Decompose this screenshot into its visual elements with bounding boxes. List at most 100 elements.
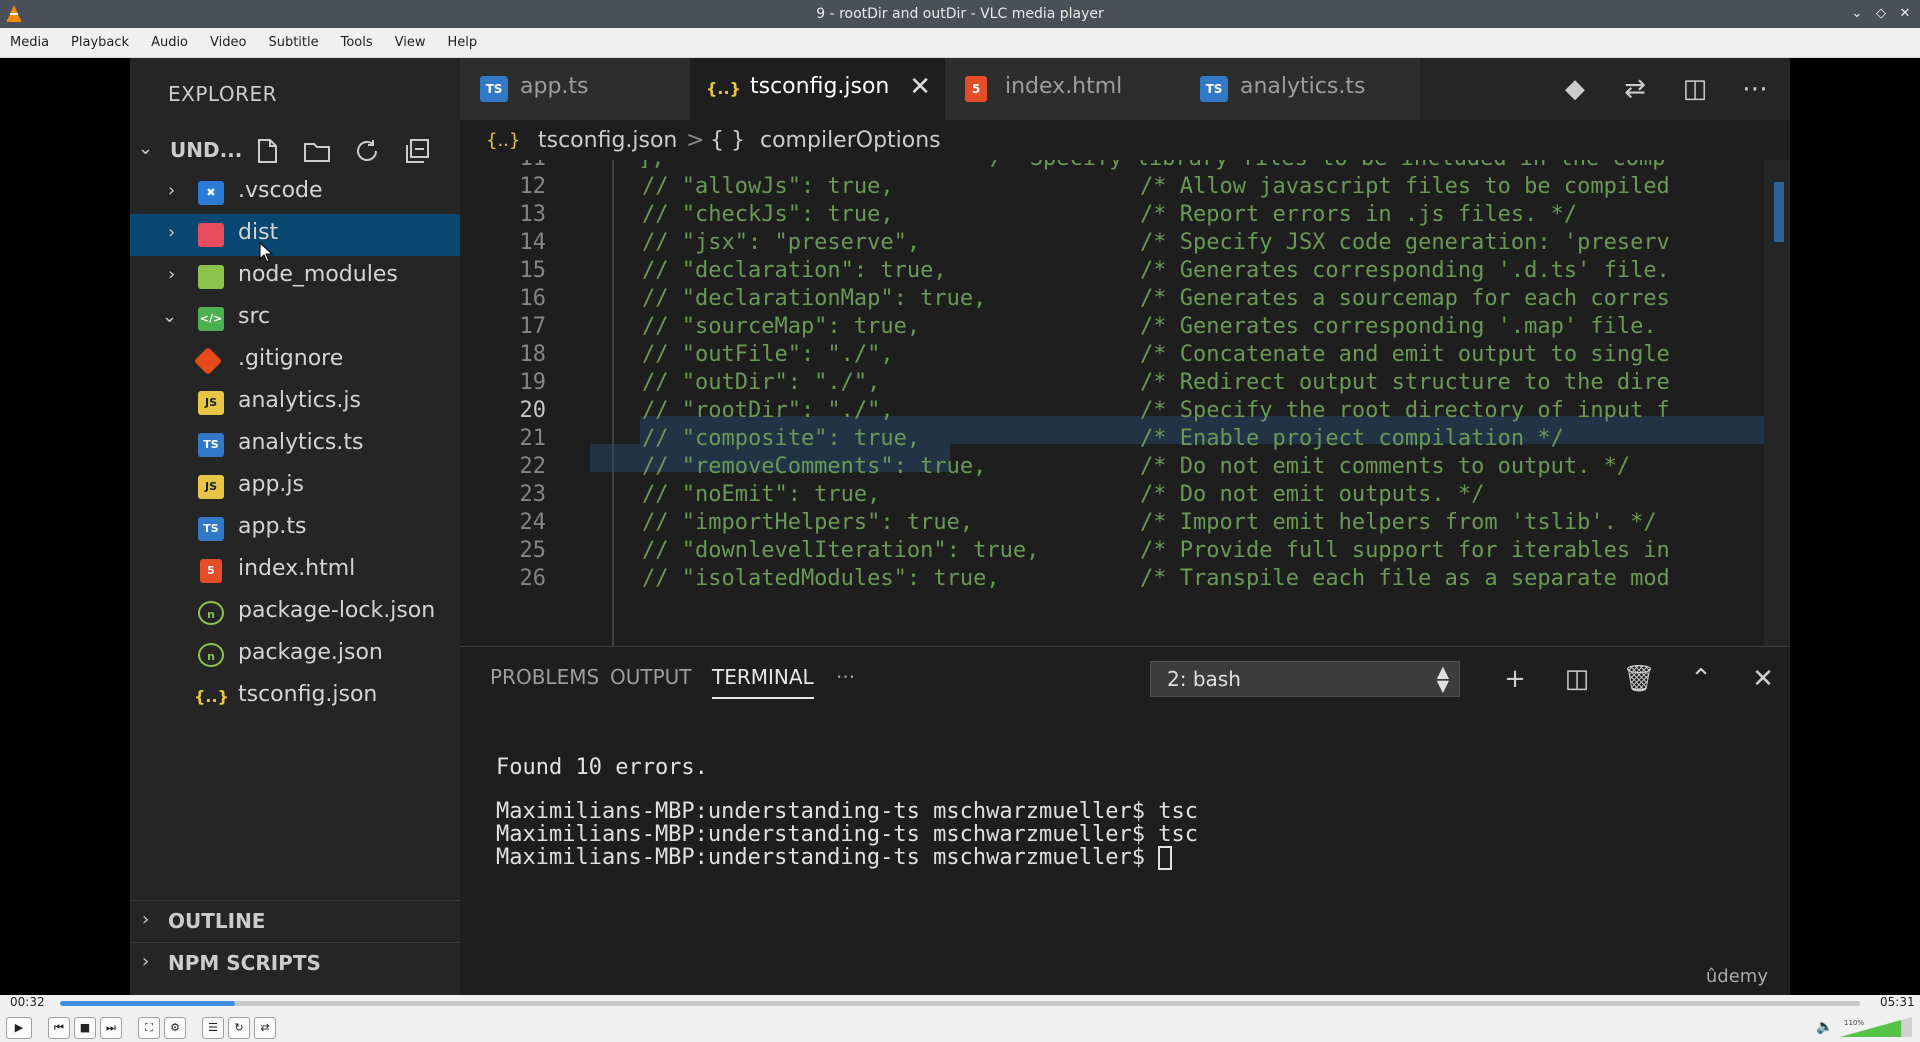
more-panels-icon[interactable]: ··· bbox=[836, 665, 855, 689]
new-folder-icon[interactable] bbox=[302, 136, 332, 166]
shuffle-icon[interactable]: ⇄ bbox=[254, 1017, 276, 1039]
scrollbar-thumb[interactable] bbox=[1774, 182, 1784, 242]
tree-item-analytics-ts[interactable]: TS analytics.ts bbox=[130, 424, 460, 466]
code-comment: /* Generates corresponding '.map' file. bbox=[1140, 314, 1657, 339]
tab-problems[interactable]: PROBLEMS bbox=[490, 665, 599, 689]
outline-section[interactable]: › OUTLINE bbox=[130, 900, 460, 942]
code-comment: /* Provide full support for iterables in bbox=[1140, 538, 1670, 563]
maximize-icon[interactable]: ◇ bbox=[1872, 3, 1890, 25]
split-editor-icon[interactable]: ◫ bbox=[1678, 72, 1712, 106]
new-file-icon[interactable] bbox=[252, 136, 282, 166]
line-number: 13 bbox=[519, 202, 547, 227]
line-number: 11 bbox=[460, 160, 547, 171]
tab-analytics-ts[interactable]: TS analytics.ts bbox=[1180, 58, 1420, 120]
tree-item-analytics-js[interactable]: JS analytics.js bbox=[130, 382, 460, 424]
extended-settings-icon[interactable]: ⚙ bbox=[164, 1017, 186, 1039]
loop-icon[interactable]: ↻ bbox=[228, 1017, 250, 1039]
tab-index-html[interactable]: 5 index.html bbox=[945, 58, 1180, 120]
open-changes-icon[interactable]: ⇄ bbox=[1618, 72, 1652, 106]
tab-tsconfig[interactable]: {..} tsconfig.json ✕ bbox=[690, 58, 945, 120]
code-text: // "outFile": "./", bbox=[642, 342, 894, 367]
workspace-name: UND... bbox=[170, 138, 243, 162]
volume-slider[interactable]: 110% bbox=[1840, 1017, 1912, 1037]
tree-item-package-json[interactable]: n package.json bbox=[130, 634, 460, 676]
menu-video[interactable]: Video bbox=[210, 35, 246, 50]
play-icon[interactable]: ▶ bbox=[6, 1017, 32, 1039]
menu-subtitle[interactable]: Subtitle bbox=[268, 35, 318, 50]
tree-item-package-lock[interactable]: n package-lock.json bbox=[130, 592, 460, 634]
json-icon: {..} bbox=[706, 79, 741, 98]
volume-icon[interactable]: 🔈 bbox=[1816, 1019, 1833, 1035]
tab-terminal[interactable]: TERMINAL bbox=[712, 665, 814, 699]
new-terminal-icon[interactable]: + bbox=[1495, 659, 1535, 699]
mouse-cursor-icon bbox=[259, 242, 274, 263]
maximize-panel-icon[interactable]: ⌃ bbox=[1681, 659, 1721, 699]
menu-audio[interactable]: Audio bbox=[151, 35, 188, 50]
code-editor[interactable]: 11], /* Specify library files to be inclu… bbox=[460, 160, 1790, 646]
npm-scripts-section[interactable]: › NPM SCRIPTS bbox=[130, 942, 460, 984]
close-icon[interactable]: ✕ bbox=[1896, 3, 1914, 25]
code-comment: /* Generates a sourcemap for each corres bbox=[1140, 286, 1670, 311]
tree-item-gitignore[interactable]: .gitignore bbox=[130, 340, 460, 382]
next-icon[interactable]: ⏭ bbox=[100, 1017, 122, 1039]
tree-item-label: analytics.ts bbox=[238, 430, 364, 455]
breadcrumb-file[interactable]: tsconfig.json bbox=[538, 128, 677, 153]
seek-bar[interactable] bbox=[60, 1001, 1860, 1006]
tree-item-tsconfig[interactable]: {..} tsconfig.json bbox=[130, 676, 460, 718]
tree-item-label: .gitignore bbox=[238, 346, 344, 371]
video-area[interactable]: EXPLORER ⌄ UND... › ✖ .vscode › dist › n… bbox=[0, 58, 1920, 995]
outline-label: OUTLINE bbox=[168, 909, 266, 933]
refresh-icon[interactable] bbox=[352, 136, 382, 166]
js-icon: JS bbox=[198, 391, 224, 415]
tree-item-app-ts[interactable]: TS app.ts bbox=[130, 508, 460, 550]
collapse-all-icon[interactable] bbox=[402, 136, 432, 166]
workspace-header[interactable]: ⌄ UND... bbox=[130, 128, 460, 172]
menu-playback[interactable]: Playback bbox=[71, 35, 129, 50]
more-actions-icon[interactable]: ⋯ bbox=[1738, 72, 1772, 106]
git-compare-icon[interactable]: ◆ bbox=[1558, 72, 1592, 106]
tab-label: index.html bbox=[1005, 74, 1123, 99]
menu-view[interactable]: View bbox=[395, 35, 426, 50]
code-line: 20 // "rootDir": "./", /* Specify the root… bbox=[460, 398, 1790, 426]
code-line: 11], /* Specify library files to be inclu… bbox=[460, 160, 1790, 174]
tree-item-label: src bbox=[238, 304, 271, 329]
tree-item-src[interactable]: ⌄ </> src bbox=[130, 298, 460, 340]
line-number: 17 bbox=[519, 314, 547, 339]
split-terminal-icon[interactable]: ◫ bbox=[1557, 659, 1597, 699]
terminal-line: Maximilians-MBP:understanding-ts mschwar… bbox=[496, 799, 1198, 824]
code-comment: /* Transpile each file as a separate mod bbox=[1140, 566, 1670, 591]
code-text: // "noEmit": true, bbox=[642, 482, 881, 507]
vlc-title-bar: 9 - rootDir and outDir - VLC media playe… bbox=[0, 0, 1920, 28]
code-comment: /* Specify JSX code generation: 'preserv bbox=[1140, 230, 1670, 255]
terminal-select[interactable]: 2: bash ▲ ▼ bbox=[1150, 661, 1460, 697]
json-icon: {..} bbox=[486, 130, 521, 151]
tree-item-index-html[interactable]: 5 index.html bbox=[130, 550, 460, 592]
line-number: 20 bbox=[519, 398, 547, 423]
tree-item-vscode[interactable]: › ✖ .vscode bbox=[130, 172, 460, 214]
tree-item-node-modules[interactable]: › node_modules bbox=[130, 256, 460, 298]
stop-icon[interactable]: ■ bbox=[74, 1017, 96, 1039]
tab-output[interactable]: OUTPUT bbox=[610, 665, 692, 689]
trash-icon[interactable]: 🗑 bbox=[1619, 659, 1659, 699]
tree-item-label: app.ts bbox=[238, 514, 307, 539]
menu-tools[interactable]: Tools bbox=[341, 35, 373, 50]
code-comment: /* Allow javascript files to be compiled bbox=[1140, 174, 1670, 199]
editor-scrollbar[interactable] bbox=[1764, 160, 1790, 646]
previous-icon[interactable]: ⏮ bbox=[48, 1017, 70, 1039]
breadcrumb-symbol[interactable]: compilerOptions bbox=[760, 128, 941, 153]
minimize-icon[interactable]: ⌄ bbox=[1848, 3, 1866, 25]
terminal-prompt-row[interactable]: Maximilians-MBP:understanding-ts mschwar… bbox=[496, 845, 1173, 870]
json-icon: {..} bbox=[194, 687, 229, 706]
close-tab-icon[interactable]: ✕ bbox=[909, 72, 931, 102]
npm-icon: n bbox=[198, 643, 224, 667]
tab-app-ts[interactable]: TS app.ts bbox=[460, 58, 690, 120]
menu-media[interactable]: Media bbox=[10, 35, 49, 50]
tree-item-label: index.html bbox=[238, 556, 356, 581]
tree-item-app-js[interactable]: JS app.js bbox=[130, 466, 460, 508]
menu-help[interactable]: Help bbox=[448, 35, 478, 50]
ts-icon: TS bbox=[1200, 76, 1228, 102]
close-panel-icon[interactable]: ✕ bbox=[1743, 659, 1783, 699]
tree-item-dist[interactable]: › dist bbox=[130, 214, 460, 256]
playlist-icon[interactable]: ☰ bbox=[202, 1017, 224, 1039]
fullscreen-icon[interactable]: ⛶ bbox=[138, 1017, 160, 1039]
